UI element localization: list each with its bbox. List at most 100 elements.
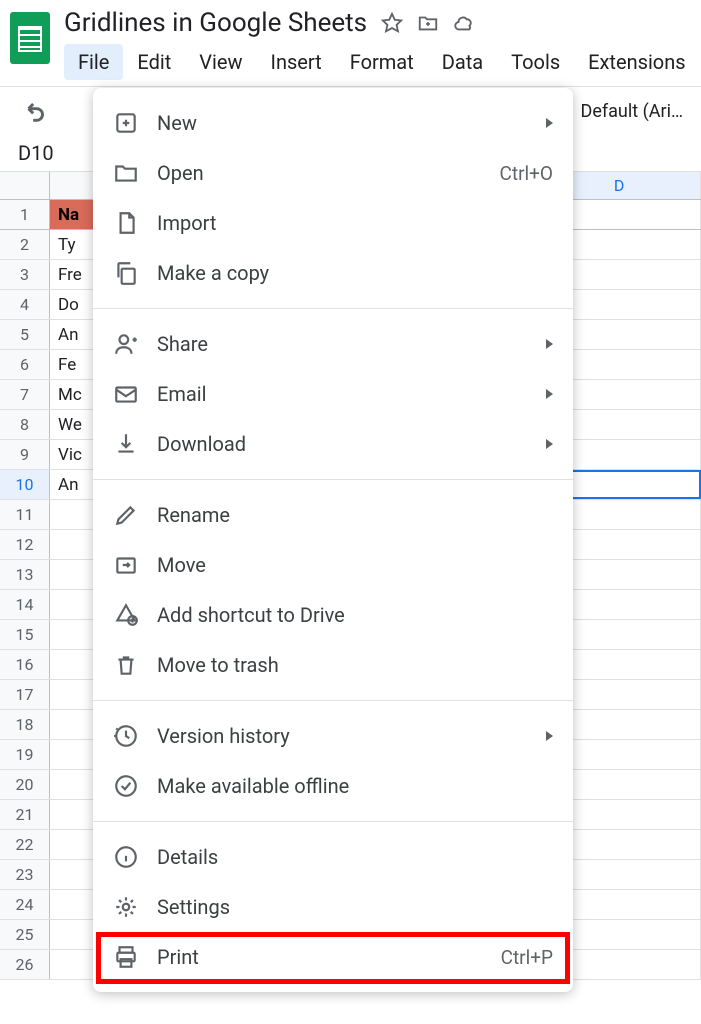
- menu-divider: [93, 700, 573, 701]
- menu-item-make-a-copy[interactable]: Make a copy: [93, 248, 573, 298]
- menu-view[interactable]: View: [185, 44, 256, 80]
- document-title[interactable]: Gridlines in Google Sheets: [64, 8, 367, 38]
- menu-item-label: Share: [157, 332, 553, 356]
- menu-item-label: New: [157, 111, 553, 135]
- move-icon: [113, 552, 139, 578]
- menu-insert[interactable]: Insert: [257, 44, 336, 80]
- menu-item-label: Email: [157, 382, 553, 406]
- font-selector[interactable]: Default (Ari…: [581, 101, 683, 122]
- row-header[interactable]: 20: [0, 770, 50, 799]
- row-header[interactable]: 8: [0, 410, 50, 439]
- menu-divider: [93, 821, 573, 822]
- undo-icon[interactable]: [18, 97, 46, 125]
- menu-edit[interactable]: Edit: [123, 44, 185, 80]
- row-header[interactable]: 4: [0, 290, 50, 319]
- menu-item-label: Move: [157, 553, 553, 577]
- row-header[interactable]: 16: [0, 650, 50, 679]
- menu-item-label: Details: [157, 845, 553, 869]
- download-icon: [113, 431, 139, 457]
- cloud-icon[interactable]: [453, 12, 475, 34]
- menu-divider: [93, 308, 573, 309]
- menu-item-import[interactable]: Import: [93, 198, 573, 248]
- person-plus-icon: [113, 331, 139, 357]
- menu-item-label: Make available offline: [157, 774, 553, 798]
- row-header[interactable]: 2: [0, 230, 50, 259]
- row-header[interactable]: 17: [0, 680, 50, 709]
- menu-item-download[interactable]: Download: [93, 419, 573, 469]
- plus-box-icon: [113, 110, 139, 136]
- sheets-logo[interactable]: [10, 8, 50, 68]
- menu-item-label: Import: [157, 211, 553, 235]
- row-header[interactable]: 15: [0, 620, 50, 649]
- row-header[interactable]: 14: [0, 590, 50, 619]
- row-header[interactable]: 5: [0, 320, 50, 349]
- menu-item-settings[interactable]: Settings: [93, 882, 573, 932]
- move-folder-icon[interactable]: [417, 12, 439, 34]
- menu-item-label: Add shortcut to Drive: [157, 603, 553, 627]
- trash-icon: [113, 652, 139, 678]
- pencil-icon: [113, 502, 139, 528]
- row-header[interactable]: 3: [0, 260, 50, 289]
- row-header[interactable]: 9: [0, 440, 50, 469]
- file-dropdown-menu: New OpenCtrl+O Import Make a copy Share Email…: [93, 88, 573, 992]
- drive-plus-icon: [113, 602, 139, 628]
- menu-item-details[interactable]: Details: [93, 832, 573, 882]
- menu-item-open[interactable]: OpenCtrl+O: [93, 148, 573, 198]
- row-header[interactable]: 23: [0, 860, 50, 889]
- menu-item-label: Open: [157, 161, 500, 185]
- submenu-arrow-icon: [546, 731, 553, 741]
- folder-icon: [113, 160, 139, 186]
- menu-tools[interactable]: Tools: [497, 44, 574, 80]
- select-all-corner[interactable]: [0, 172, 50, 199]
- gear-icon: [113, 894, 139, 920]
- star-icon[interactable]: [381, 12, 403, 34]
- menu-item-label: Settings: [157, 895, 553, 919]
- row-header[interactable]: 19: [0, 740, 50, 769]
- print-icon: [113, 944, 139, 970]
- submenu-arrow-icon: [546, 118, 553, 128]
- menu-divider: [93, 479, 573, 480]
- menu-item-add-shortcut-to-drive[interactable]: Add shortcut to Drive: [93, 590, 573, 640]
- file-icon: [113, 210, 139, 236]
- submenu-arrow-icon: [546, 389, 553, 399]
- row-header[interactable]: 18: [0, 710, 50, 739]
- menu-item-label: Print: [157, 945, 501, 969]
- row-header[interactable]: 26: [0, 950, 50, 979]
- row-header[interactable]: 11: [0, 500, 50, 529]
- mail-icon: [113, 381, 139, 407]
- menu-data[interactable]: Data: [428, 44, 497, 80]
- menu-item-new[interactable]: New: [93, 98, 573, 148]
- menu-item-share[interactable]: Share: [93, 319, 573, 369]
- menu-file[interactable]: File: [64, 44, 123, 80]
- menu-item-move-to-trash[interactable]: Move to trash: [93, 640, 573, 690]
- menu-item-label: Move to trash: [157, 653, 553, 677]
- menu-item-move[interactable]: Move: [93, 540, 573, 590]
- info-icon: [113, 844, 139, 870]
- row-header[interactable]: 21: [0, 800, 50, 829]
- menu-item-print[interactable]: PrintCtrl+P: [93, 932, 573, 982]
- row-header[interactable]: 7: [0, 380, 50, 409]
- history-icon: [113, 723, 139, 749]
- menu-item-make-available-offline[interactable]: Make available offline: [93, 761, 573, 811]
- row-header[interactable]: 1: [0, 200, 50, 229]
- row-header[interactable]: 24: [0, 890, 50, 919]
- submenu-arrow-icon: [546, 439, 553, 449]
- menu-extensions[interactable]: Extensions: [574, 44, 699, 80]
- keyboard-shortcut: Ctrl+O: [500, 162, 554, 185]
- menu-bar: File Edit View Insert Format Data Tools …: [64, 44, 700, 80]
- menu-item-label: Rename: [157, 503, 553, 527]
- menu-item-version-history[interactable]: Version history: [93, 711, 573, 761]
- menu-item-label: Download: [157, 432, 553, 456]
- row-header[interactable]: 25: [0, 920, 50, 949]
- menu-item-rename[interactable]: Rename: [93, 490, 573, 540]
- row-header[interactable]: 13: [0, 560, 50, 589]
- copy-icon: [113, 260, 139, 286]
- row-header[interactable]: 10: [0, 470, 50, 499]
- menu-item-email[interactable]: Email: [93, 369, 573, 419]
- row-header[interactable]: 6: [0, 350, 50, 379]
- keyboard-shortcut: Ctrl+P: [501, 946, 553, 969]
- menu-item-label: Make a copy: [157, 261, 553, 285]
- row-header[interactable]: 22: [0, 830, 50, 859]
- menu-format[interactable]: Format: [336, 44, 428, 80]
- row-header[interactable]: 12: [0, 530, 50, 559]
